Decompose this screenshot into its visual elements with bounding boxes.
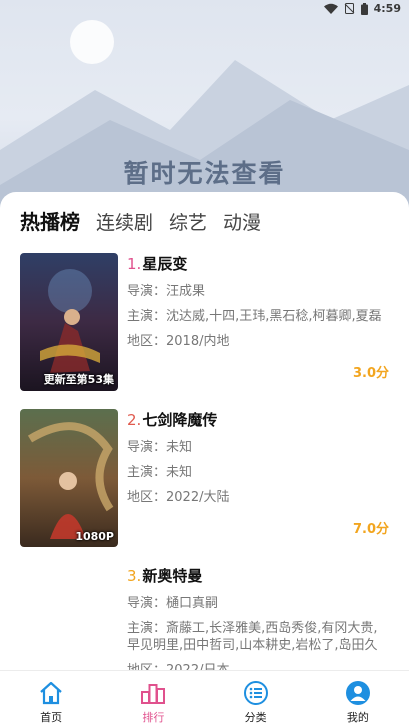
- tab-anime[interactable]: 动漫: [223, 208, 261, 235]
- header-banner: 暂时无法查看: [0, 0, 409, 215]
- movie-title: 星辰变: [142, 255, 188, 273]
- region-year: 地区：2022/大陆: [127, 490, 230, 505]
- movie-title: 新奥特曼: [142, 567, 203, 585]
- nav-category[interactable]: 分类: [205, 671, 307, 728]
- rank-number: 1.: [127, 255, 142, 273]
- poster-image[interactable]: [20, 565, 118, 682]
- rating-score: 3.0分: [352, 366, 389, 381]
- nav-label: 排行: [142, 711, 165, 724]
- nav-home[interactable]: 首页: [0, 671, 102, 728]
- director: 导演：未知: [127, 440, 193, 455]
- region-year: 地区：2018/内地: [127, 334, 230, 349]
- cast: 主演：沈达威,十四,王玮,黑石稔,柯暮卿,夏磊: [127, 309, 382, 324]
- unavailable-notice: 暂时无法查看: [123, 159, 286, 188]
- movie-title-line[interactable]: 1.星辰变: [127, 253, 389, 275]
- tab-hot[interactable]: 热播榜: [20, 206, 80, 235]
- home-icon: [40, 681, 62, 705]
- nav-ranking[interactable]: 排行: [102, 671, 204, 728]
- tab-variety[interactable]: 综艺: [169, 208, 207, 235]
- bottom-nav: 首页 排行 分类 我的: [0, 670, 409, 728]
- director: 导演：汪成果: [127, 284, 206, 299]
- nav-label: 首页: [40, 711, 63, 724]
- director: 导演：樋口真嗣: [127, 596, 219, 611]
- rank-number: 2.: [127, 411, 142, 429]
- poster-image[interactable]: 1080P: [20, 409, 118, 547]
- ranking-panel: 热播榜 连续剧 综艺 动漫 更新至第53集 1.星辰变 导演：汪成果 主演：沈达…: [0, 192, 409, 682]
- category-tabs: 热播榜 连续剧 综艺 动漫: [20, 206, 261, 235]
- wifi-icon: [323, 3, 338, 14]
- movie-item[interactable]: 更新至第53集 1.星辰变 导演：汪成果 主演：沈达威,十四,王玮,黑石稔,柯暮…: [20, 253, 392, 393]
- category-icon: [243, 681, 268, 705]
- status-bar: 4:59: [0, 0, 409, 18]
- clock: 4:59: [373, 2, 401, 15]
- movie-title-line[interactable]: 3.新奥特曼: [127, 565, 389, 587]
- rank-number: 3.: [127, 567, 142, 585]
- movie-title: 七剑降魔传: [142, 411, 218, 429]
- profile-icon: [345, 681, 370, 705]
- tab-series[interactable]: 连续剧: [96, 208, 153, 235]
- poster-image[interactable]: 更新至第53集: [20, 253, 118, 391]
- movie-item[interactable]: 1080P 2.七剑降魔传 导演：未知 主演：未知 地区：2022/大陆 7.0…: [20, 409, 392, 549]
- poster-episode-tag: 更新至第53集: [43, 373, 114, 386]
- battery-icon: [360, 2, 368, 15]
- movie-title-line[interactable]: 2.七剑降魔传: [127, 409, 389, 431]
- rating-score: 7.0分: [352, 522, 389, 537]
- ranking-icon: [141, 684, 166, 704]
- nav-label: 分类: [244, 711, 267, 724]
- movie-item[interactable]: 3.新奥特曼 导演：樋口真嗣 主演：斎藤工,长泽雅美,西岛秀俊,有冈大贵,早见明…: [20, 565, 392, 682]
- cast: 主演：斎藤工,长泽雅美,西岛秀俊,有冈大贵,早见明里,田中哲司,山本耕史,岩松了…: [127, 621, 378, 653]
- no-sim-icon: [344, 3, 354, 14]
- nav-label: 我的: [346, 711, 369, 724]
- poster-quality-tag: 1080P: [75, 530, 114, 543]
- nav-profile[interactable]: 我的: [307, 671, 409, 728]
- poster-artwork: [20, 409, 118, 547]
- cast: 主演：未知: [127, 465, 193, 480]
